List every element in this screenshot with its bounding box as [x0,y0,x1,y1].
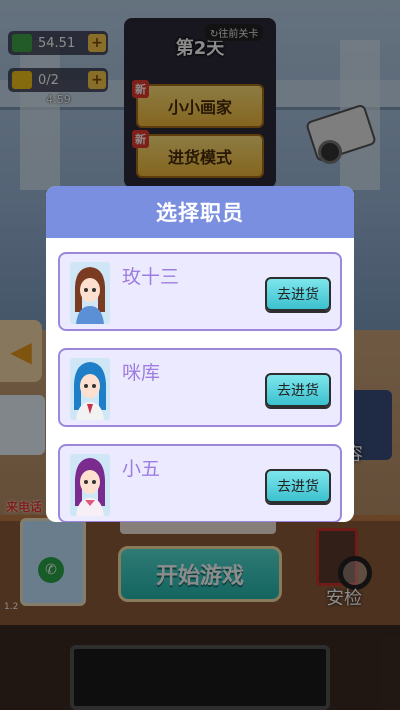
staff-avatar [70,454,110,516]
dialog-title: 选择职员 [46,186,354,238]
staff-avatar [70,358,110,420]
staff-name: 咪库 [122,362,161,384]
staff-name: 小五 [122,458,161,480]
restock-button[interactable]: 去进货 [265,469,331,503]
staff-card: 玫十三 去进货 [58,252,342,331]
restock-button[interactable]: 去进货 [265,277,331,311]
restock-button[interactable]: 去进货 [265,373,331,407]
staff-card: 小五 去进货 [58,444,342,522]
staff-name: 玫十三 [122,266,180,288]
staff-card: 咪库 去进货 [58,348,342,427]
staff-list[interactable]: 玫十三 去进货 咪库 去进货 小五 去进货 [46,238,354,522]
staff-avatar [70,262,110,324]
select-staff-dialog: 选择职员 玫十三 去进货 咪库 去进货 小五 去进货 [46,186,354,522]
